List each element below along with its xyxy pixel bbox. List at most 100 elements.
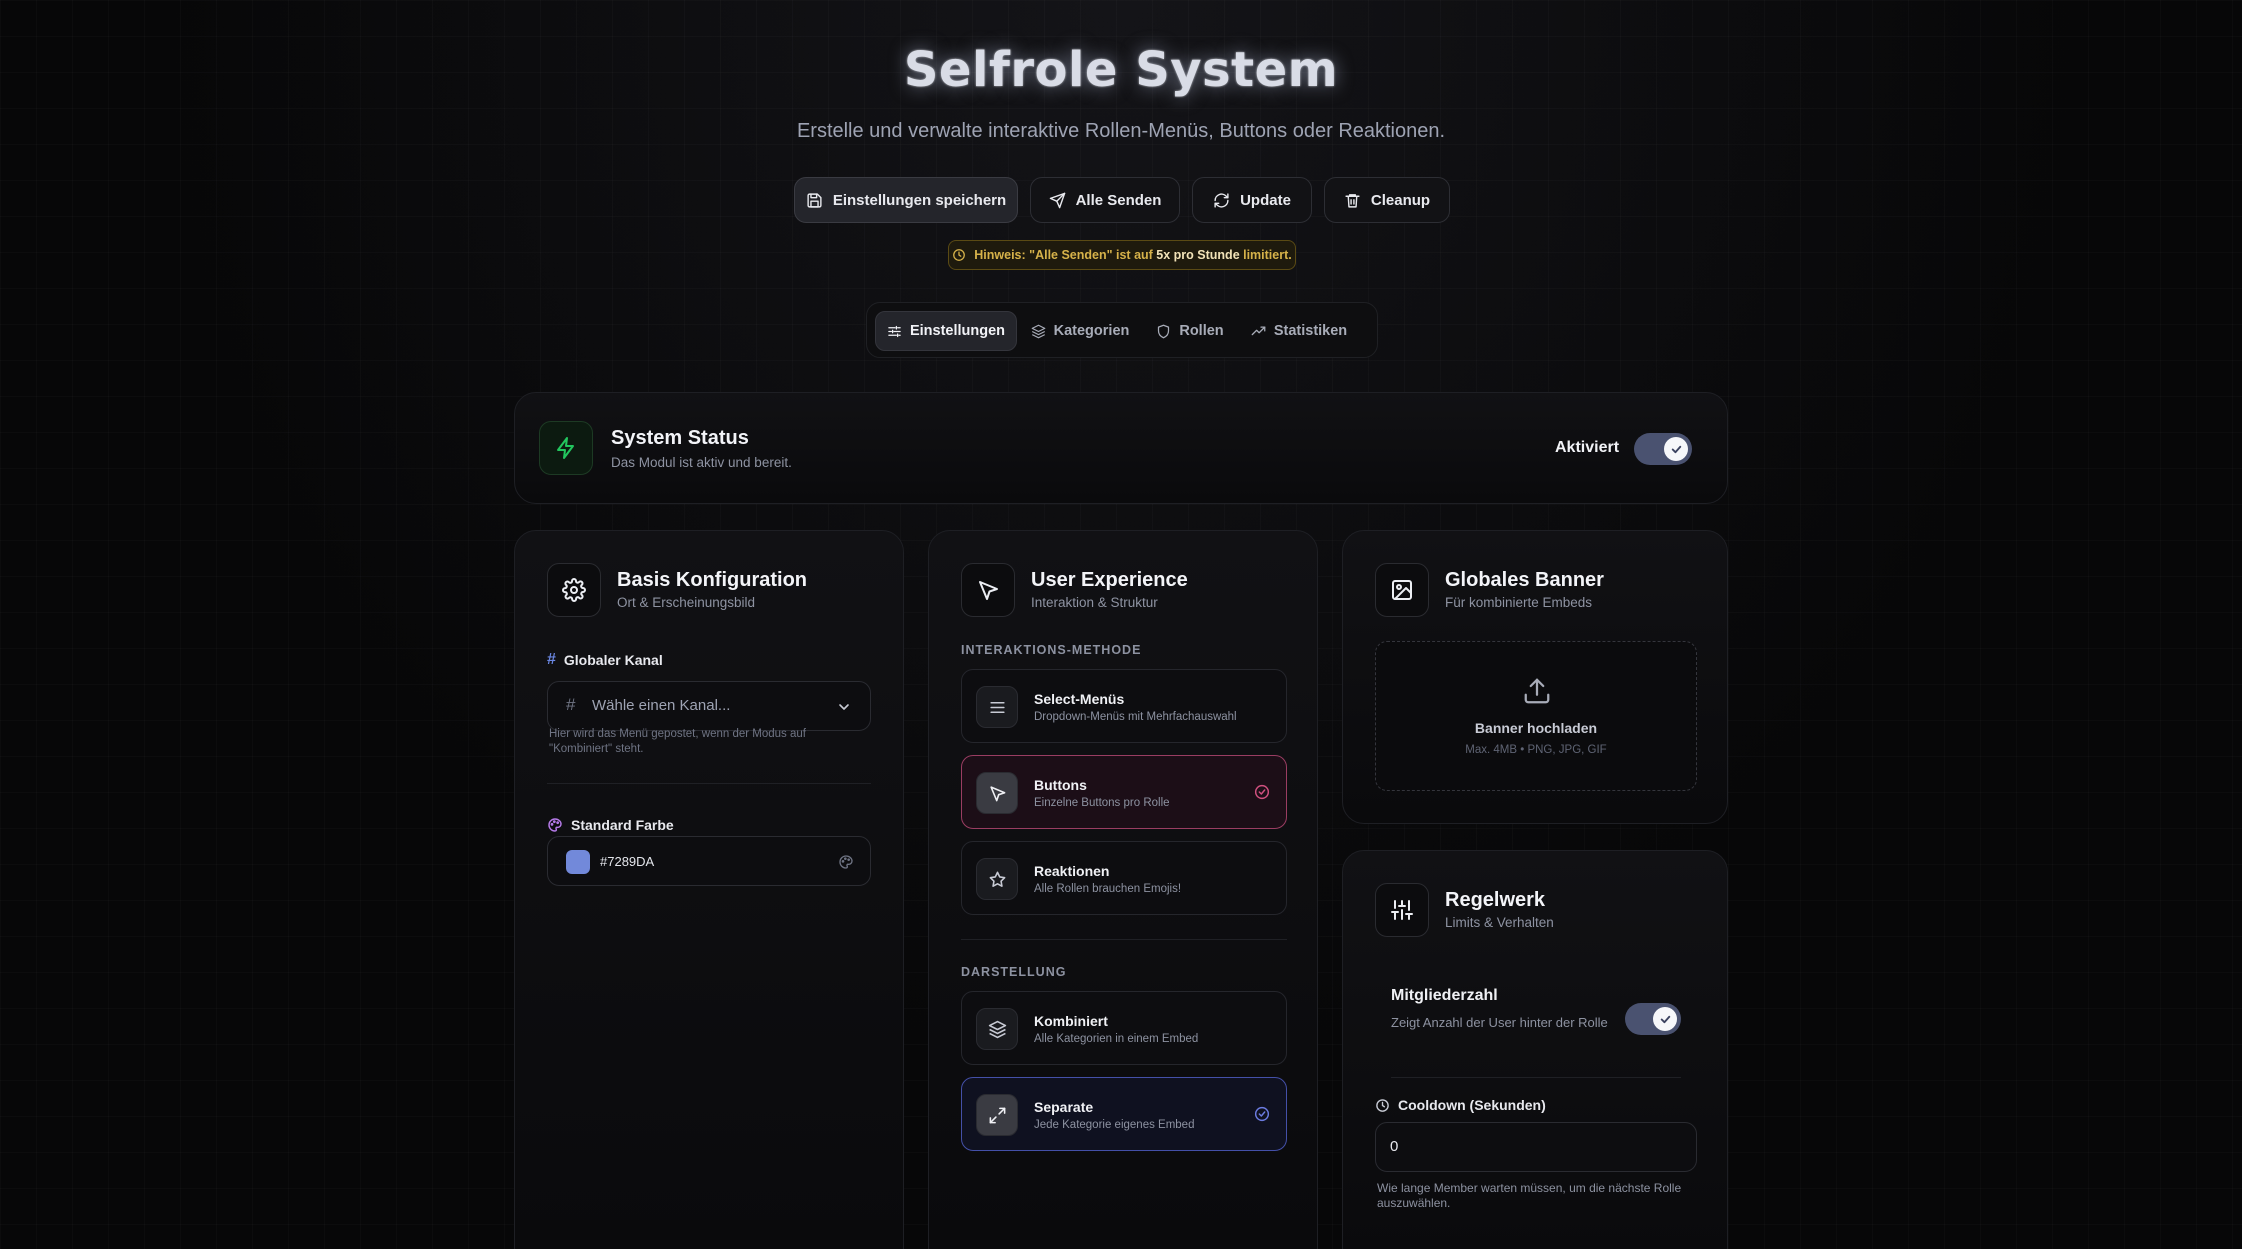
cleanup-button[interactable]: Cleanup [1324, 177, 1450, 223]
expand-icon [989, 1107, 1005, 1123]
channel-select[interactable]: # Wähle einen Kanal... [547, 681, 871, 731]
method-option-reactions[interactable]: Reaktionen Alle Rollen brauchen Emojis! [961, 841, 1287, 915]
rules-subtitle: Limits & Verhalten [1445, 915, 1554, 930]
status-title: System Status [611, 427, 749, 449]
list-icon [989, 701, 1005, 713]
channel-help: Hier wird das Menü gepostet, wenn der Mo… [549, 728, 806, 755]
rules-title: Regelwerk [1445, 889, 1546, 911]
rules-icon-box [1375, 883, 1429, 937]
tab-kategorien[interactable]: Kategorien [1025, 311, 1135, 351]
member-count-title: Mitgliederzahl [1391, 987, 1498, 1004]
cooldown-value: 0 [1390, 1138, 1399, 1155]
palette-icon[interactable] [838, 854, 854, 870]
banner-upload-dropzone[interactable]: Banner hochladen Max. 4MB • PNG, JPG, GI… [1375, 641, 1697, 791]
status-toggle-label: Aktiviert [1555, 439, 1620, 456]
status-icon-box [539, 421, 593, 475]
toggle-knob [1664, 437, 1688, 461]
update-button[interactable]: Update [1192, 177, 1312, 223]
display-option-combined[interactable]: Kombiniert Alle Kategorien in einem Embe… [961, 991, 1287, 1065]
main-tabs: Einstellungen Kategorien Rollen Statisti… [866, 302, 1378, 358]
banner-icon-box [1375, 563, 1429, 617]
image-icon [1392, 580, 1412, 600]
color-swatch[interactable] [566, 850, 590, 874]
option-desc: Jede Kategorie eigenes Embed [1034, 1119, 1195, 1131]
cooldown-help: Wie lange Member warten müssen, um die n… [1377, 1181, 1682, 1210]
rules-card: Regelwerk Limits & Verhalten Mitgliederz… [1342, 850, 1728, 1249]
method-option-select-menus[interactable]: Select-Menüs Dropdown-Menüs mit Mehrfach… [961, 669, 1287, 743]
check-circle-icon [1254, 784, 1270, 800]
option-desc: Dropdown-Menüs mit Mehrfachauswahl [1034, 711, 1237, 723]
cooldown-input[interactable]: 0 [1375, 1122, 1697, 1172]
option-desc: Alle Rollen brauchen Emojis! [1034, 883, 1182, 895]
tab-statistiken[interactable]: Statistiken [1243, 311, 1355, 351]
color-label: Standard Farbe [547, 817, 674, 833]
basis-title: Basis Konfiguration [617, 569, 808, 591]
divider [961, 939, 1287, 940]
sliders-vertical-icon [1391, 900, 1413, 920]
channel-label: # Globaler Kanal [547, 651, 663, 669]
banner-title: Globales Banner [1445, 569, 1604, 591]
clock-icon [953, 249, 966, 261]
option-title: Separate [1034, 1099, 1094, 1115]
save-settings-button[interactable]: Einstellungen speichern [794, 177, 1018, 223]
cleanup-label: Cleanup [1370, 191, 1431, 209]
send-all-label: Alle Senden [1075, 191, 1162, 209]
tab-rollen[interactable]: Rollen [1147, 311, 1233, 351]
option-icon-box [976, 686, 1018, 728]
color-picker-field[interactable]: #7289DA [547, 836, 871, 886]
tab-label: Kategorien [1053, 323, 1130, 339]
display-header: DARSTELLUNG [961, 965, 1067, 979]
check-icon [1671, 445, 1681, 453]
upload-hint: Max. 4MB • PNG, JPG, GIF [1465, 744, 1607, 756]
hint-prefix: Hinweis: "Alle Senden" ist auf [974, 248, 1157, 262]
member-count-toggle[interactable] [1625, 1003, 1681, 1035]
gear-icon [562, 578, 586, 602]
send-icon [1049, 192, 1065, 208]
basis-subtitle: Ort & Erscheinungsbild [617, 595, 756, 610]
basis-config-card: Basis Konfiguration Ort & Erscheinungsbi… [514, 530, 904, 1249]
check-icon [1660, 1015, 1670, 1023]
ux-icon-box [961, 563, 1015, 617]
basis-icon-box [547, 563, 601, 617]
user-experience-card: User Experience Interaktion & Struktur I… [928, 530, 1318, 1249]
method-option-buttons[interactable]: Buttons Einzelne Buttons pro Rolle [961, 755, 1287, 829]
member-count-desc: Zeigt Anzahl der User hinter der Rolle [1391, 1015, 1608, 1030]
trending-up-icon [1251, 326, 1266, 335]
hash-icon: # [547, 651, 556, 668]
option-title: Buttons [1034, 777, 1087, 793]
tab-label: Statistiken [1273, 323, 1348, 339]
trash-icon [1345, 193, 1360, 208]
palette-icon [548, 818, 562, 832]
option-desc: Einzelne Buttons pro Rolle [1034, 797, 1170, 809]
cursor-icon [979, 581, 998, 600]
toggle-knob [1653, 1007, 1677, 1031]
method-header: INTERAKTIONS-METHODE [961, 643, 1142, 657]
refresh-icon [1214, 192, 1229, 208]
cooldown-label: Cooldown (Sekunden) [1375, 1097, 1546, 1113]
global-banner-card: Globales Banner Für kombinierte Embeds B… [1342, 530, 1728, 824]
page-subtitle: Erstelle und verwalte interaktive Rollen… [796, 120, 1446, 142]
divider [1391, 1077, 1681, 1078]
display-option-separate[interactable]: Separate Jede Kategorie eigenes Embed [961, 1077, 1287, 1151]
banner-subtitle: Für kombinierte Embeds [1445, 595, 1593, 610]
cooldown-label-text: Cooldown (Sekunden) [1398, 1097, 1546, 1113]
shield-icon [1158, 324, 1170, 338]
tab-einstellungen[interactable]: Einstellungen [875, 311, 1017, 351]
option-title: Reaktionen [1034, 863, 1110, 879]
check-circle-icon [1254, 1106, 1270, 1122]
tab-label: Rollen [1179, 323, 1224, 339]
send-all-button[interactable]: Alle Senden [1030, 177, 1180, 223]
option-desc: Alle Kategorien in einem Embed [1034, 1033, 1199, 1045]
ux-subtitle: Interaktion & Struktur [1031, 595, 1158, 610]
color-value: #7289DA [600, 854, 655, 869]
option-icon-box [976, 1008, 1018, 1050]
option-icon-box [976, 772, 1018, 814]
channel-placeholder: Wähle einen Kanal... [592, 697, 731, 714]
page-title: Selfrole System [903, 42, 1339, 98]
layers-icon [988, 1020, 1006, 1038]
hint-suffix: limitiert. [1239, 248, 1292, 262]
color-label-text: Standard Farbe [571, 817, 674, 833]
status-toggle[interactable] [1634, 433, 1692, 465]
divider [547, 783, 871, 784]
option-icon-box [976, 1094, 1018, 1136]
